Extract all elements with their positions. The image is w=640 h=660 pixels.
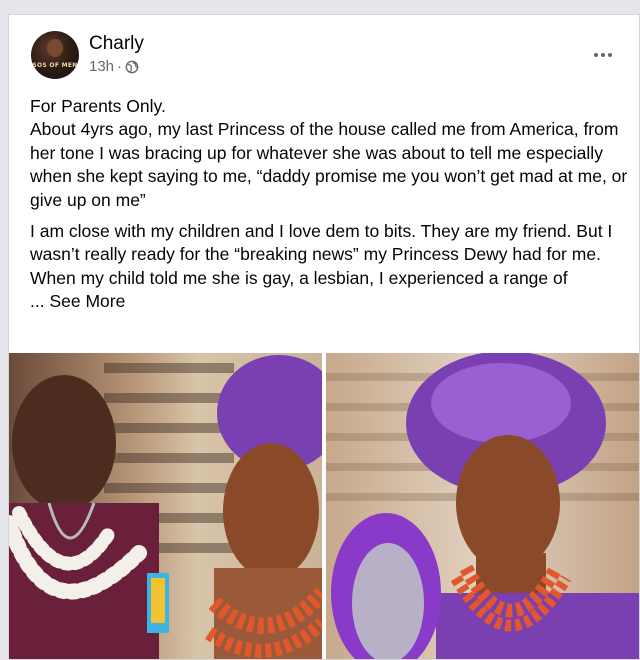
post-time[interactable]: 13h [89,58,114,75]
ellipsis: ... [30,291,50,312]
see-more-line: ... See More [30,290,630,313]
photo-father-daughter[interactable] [9,353,322,659]
post-paragraph: I am close with my children and I love d… [30,221,613,265]
avatar-caption: SOS OF MEN [32,62,78,69]
post-header: SOS OF MEN Charly 13h · [9,15,639,95]
avatar[interactable]: SOS OF MEN [31,31,79,79]
globe-icon[interactable] [125,60,139,74]
post-card: SOS OF MEN Charly 13h · For Parents Only… [8,14,640,660]
avatar-face [47,39,63,57]
post-paragraph: For Parents Only. [30,96,166,116]
photo-father-daughter-image [9,355,322,659]
meta-separator: · [117,58,123,75]
photo-daughter-portrait-image [326,353,639,659]
post-paragraph: When my child told me she is gay, a lesb… [30,267,568,288]
more-options-icon[interactable] [589,45,617,65]
post-meta: 13h · [89,58,139,75]
photo-daughter-portrait[interactable] [326,353,639,659]
photo-grid [9,353,639,659]
author-name[interactable]: Charly [89,33,144,55]
post-paragraph: About 4yrs ago, my last Princess of the … [30,119,628,210]
see-more-link[interactable]: See More [49,291,125,311]
post-body: For Parents Only. About 4yrs ago, my las… [30,95,630,314]
